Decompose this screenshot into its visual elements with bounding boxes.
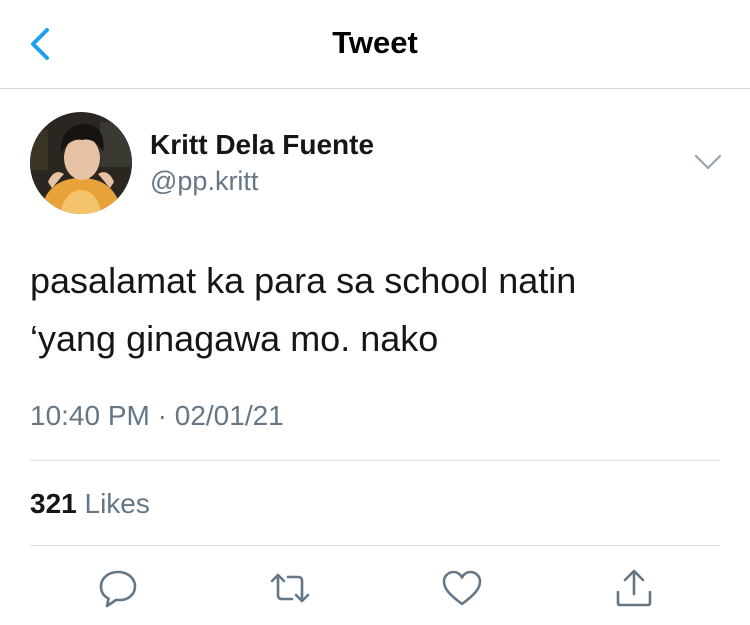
author-name[interactable]: Kritt Dela Fuente bbox=[150, 129, 374, 161]
likes-label: Likes bbox=[84, 488, 150, 519]
likes-stat[interactable]: 321 Likes bbox=[30, 488, 150, 520]
meta-separator: · bbox=[157, 400, 167, 431]
tweet-date: 02/01/21 bbox=[174, 400, 284, 431]
tweet-text: pasalamat ka para sa school natin ‘yang … bbox=[30, 252, 720, 368]
divider bbox=[30, 545, 720, 546]
retweet-button[interactable] bbox=[268, 566, 312, 610]
tweet-text-line: ‘yang ginagawa mo. nako bbox=[30, 318, 439, 359]
author-handle[interactable]: @pp.kritt bbox=[150, 166, 258, 197]
reply-button[interactable] bbox=[96, 566, 140, 610]
top-bar: Tweet bbox=[0, 0, 750, 89]
tweet-timestamp: 10:40 PM · 02/01/21 bbox=[30, 400, 284, 432]
tweet-text-line: pasalamat ka para sa school natin bbox=[30, 260, 577, 301]
reply-icon bbox=[99, 570, 137, 608]
like-button[interactable] bbox=[440, 566, 484, 610]
chevron-down-icon bbox=[694, 154, 722, 170]
page-title: Tweet bbox=[332, 25, 418, 60]
divider bbox=[30, 460, 720, 461]
likes-count: 321 bbox=[30, 488, 77, 519]
avatar[interactable] bbox=[30, 112, 132, 214]
heart-icon bbox=[442, 570, 482, 606]
share-button[interactable] bbox=[612, 566, 656, 610]
more-options-button[interactable] bbox=[690, 148, 726, 178]
retweet-icon bbox=[270, 573, 310, 603]
share-icon bbox=[616, 569, 652, 607]
tweet-time: 10:40 PM bbox=[30, 400, 150, 431]
avatar-image bbox=[30, 112, 132, 214]
